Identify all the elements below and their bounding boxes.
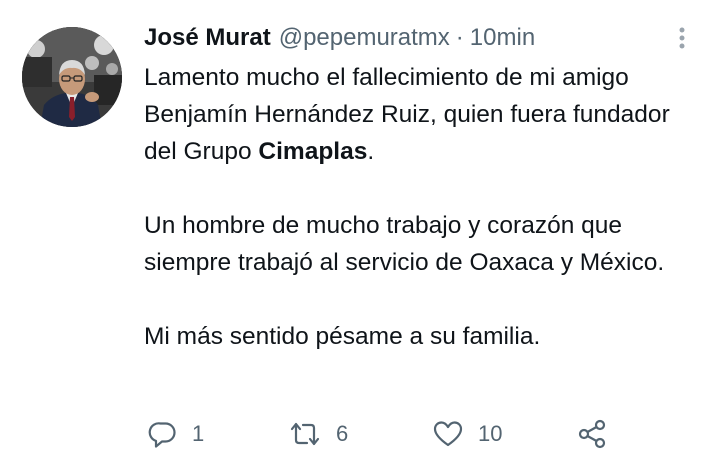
paragraph-2: Un hombre de mucho trabajo y corazón que… [144, 212, 665, 276]
author-name[interactable]: José Murat [144, 24, 271, 52]
paragraph-3: Mi más sentido pésame a su familia. [144, 323, 541, 350]
author-handle[interactable]: @pepemuratmx [279, 24, 450, 52]
tweet-header: José Murat @pepemuratmx · 10min [144, 22, 535, 54]
like-button[interactable]: 10 [432, 414, 502, 454]
reply-button[interactable]: 1 [148, 414, 204, 454]
more-options-button[interactable] [664, 22, 700, 54]
tweet-text: Lamento mucho el fallecimiento de mi ami… [144, 59, 704, 355]
avatar-photo [22, 27, 122, 127]
mention-cimaplas[interactable]: Cimaplas [258, 138, 367, 165]
heart-icon [433, 421, 463, 447]
retweet-count: 6 [336, 421, 349, 446]
action-bar: 1 6 10 [148, 414, 618, 454]
separator-dot: · [455, 24, 464, 51]
share-icon [578, 419, 606, 449]
retweet-icon [290, 422, 320, 446]
tweet-card[interactable]: José Murat @pepemuratmx · 10min Lamento … [0, 0, 720, 464]
paragraph-1-text: Lamento mucho el fallecimiento de mi ami… [144, 64, 670, 165]
share-button[interactable] [576, 414, 608, 454]
avatar[interactable] [22, 27, 122, 127]
paragraph-1: Lamento mucho el fallecimiento de mi ami… [144, 59, 704, 170]
paragraph-1-period: . [367, 138, 375, 165]
timestamp[interactable]: 10min [470, 24, 535, 52]
reply-icon [148, 422, 176, 448]
reply-count: 1 [192, 421, 205, 446]
like-count: 10 [478, 421, 503, 446]
more-vertical-icon [679, 27, 685, 49]
retweet-button[interactable]: 6 [288, 414, 348, 454]
